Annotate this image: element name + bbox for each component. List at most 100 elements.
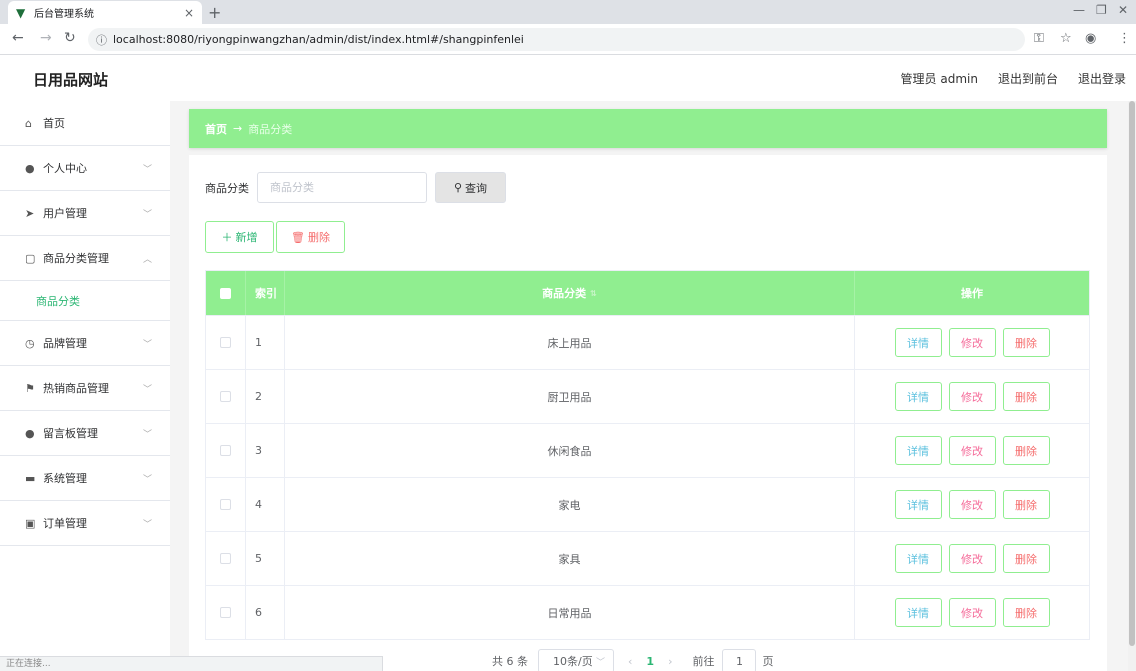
row-category-name: 家电 <box>285 478 855 531</box>
current-page[interactable]: 1 <box>646 655 654 668</box>
add-button[interactable]: ＋ 新增 <box>205 221 274 253</box>
search-icon: ⚲ <box>453 181 463 194</box>
flag-icon: ⚑ <box>25 381 35 395</box>
row-delete-button[interactable]: 删除 <box>1002 544 1050 573</box>
row-checkbox[interactable] <box>220 445 231 456</box>
sort-icon[interactable]: ⇅ <box>590 289 597 298</box>
prev-page-icon[interactable]: ‹ <box>628 655 632 668</box>
row-checkbox[interactable] <box>220 607 231 618</box>
detail-button[interactable]: 详情 <box>894 436 942 465</box>
breadcrumb-separator: → <box>233 122 243 135</box>
chevron-down-icon: ﹀ <box>595 657 605 668</box>
trash-icon: 🗑 <box>291 230 305 244</box>
minimize-icon[interactable]: — <box>1073 3 1085 17</box>
sidebar-item-label: 留言板管理 <box>43 427 98 440</box>
chevron-down-icon: ﹀ <box>142 519 152 530</box>
close-window-icon[interactable]: ✕ <box>1118 3 1128 17</box>
sidebar-item-orders[interactable]: ▣ 订单管理 ﹀ <box>0 501 170 546</box>
exit-to-front-link[interactable]: 退出到前台 <box>998 70 1058 87</box>
briefcase-icon: ▬ <box>25 471 36 485</box>
tab-close-icon[interactable]: × <box>184 6 194 20</box>
goto-page-input[interactable] <box>722 649 757 671</box>
search-button-label: 查询 <box>465 181 488 195</box>
pagination-total: 共 6 条 <box>492 655 528 668</box>
star-icon[interactable]: ☆ <box>1060 31 1072 46</box>
sidebar-item-profile[interactable]: ● 个人中心 ﹀ <box>0 146 170 191</box>
detail-button[interactable]: 详情 <box>894 328 942 357</box>
row-category-name: 床上用品 <box>285 316 855 369</box>
sidebar-item-label: 个人中心 <box>43 162 87 175</box>
reload-icon[interactable]: ↻ <box>64 30 76 46</box>
sidebar-subitem-category[interactable]: 商品分类 <box>0 281 170 321</box>
sidebar-item-system[interactable]: ▬ 系统管理 ﹀ <box>0 456 170 501</box>
row-delete-button[interactable]: 删除 <box>1002 598 1050 627</box>
header-name[interactable]: 商品分类 ⇅ <box>285 271 855 315</box>
select-all-checkbox[interactable] <box>220 287 231 299</box>
row-delete-button[interactable]: 删除 <box>1002 490 1050 519</box>
row-check-cell <box>206 370 246 423</box>
detail-button[interactable]: 详情 <box>894 544 942 573</box>
table-row: 3 休闲食品 详情 修改 删除 <box>206 423 1089 477</box>
row-actions: 详情 修改 删除 <box>855 370 1089 423</box>
row-checkbox[interactable] <box>220 499 231 510</box>
detail-button[interactable]: 详情 <box>894 490 942 519</box>
next-page-icon[interactable]: › <box>668 655 672 668</box>
row-delete-button[interactable]: 删除 <box>1002 328 1050 357</box>
edit-button[interactable]: 修改 <box>948 598 996 627</box>
edit-button[interactable]: 修改 <box>948 382 996 411</box>
edit-button[interactable]: 修改 <box>948 328 996 357</box>
delete-button-label: 删除 <box>307 231 330 244</box>
row-delete-button[interactable]: 删除 <box>1002 436 1050 465</box>
breadcrumb: 首页 → 商品分类 <box>189 109 1107 148</box>
category-search-input[interactable] <box>257 172 427 203</box>
select-all-cell <box>206 271 246 315</box>
sidebar-item-messages[interactable]: ● 留言板管理 ﹀ <box>0 411 170 456</box>
forward-icon[interactable]: → <box>40 30 52 46</box>
url-field[interactable]: ⓘ localhost:8080/riyongpinwangzhan/admin… <box>88 28 1025 51</box>
scrollbar-thumb[interactable] <box>1129 101 1135 646</box>
site-brand: 日用品网站 <box>33 71 109 89</box>
sidebar-item-category-mgmt[interactable]: ▢ 商品分类管理 ︿ <box>0 236 170 281</box>
plus-icon: ＋ <box>221 231 233 244</box>
browser-tab[interactable]: ▼ 后台管理系统 × <box>8 1 202 24</box>
row-actions: 详情 修改 删除 <box>855 586 1089 639</box>
sidebar-item-hot-products[interactable]: ⚑ 热销商品管理 ﹀ <box>0 366 170 411</box>
detail-button[interactable]: 详情 <box>894 598 942 627</box>
address-bar: ← → ↻ ⓘ localhost:8080/riyongpinwangzhan… <box>0 24 1136 55</box>
page-scrollbar[interactable] <box>1128 101 1136 671</box>
row-category-name: 休闲食品 <box>285 424 855 477</box>
batch-delete-button[interactable]: 🗑 删除 <box>276 221 345 253</box>
edit-button[interactable]: 修改 <box>948 544 996 573</box>
page-size-select[interactable]: 10条/页 ﹀ <box>538 649 614 671</box>
row-checkbox[interactable] <box>220 337 231 348</box>
sidebar-item-home[interactable]: ⌂ 首页 <box>0 101 170 146</box>
add-button-label: 新增 <box>235 231 258 244</box>
sidebar-item-brand[interactable]: ◷ 品牌管理 ﹀ <box>0 321 170 366</box>
detail-button[interactable]: 详情 <box>894 382 942 411</box>
row-delete-button[interactable]: 删除 <box>1002 382 1050 411</box>
logout-link[interactable]: 退出登录 <box>1078 70 1126 87</box>
chevron-down-icon: ﹀ <box>142 339 152 350</box>
chevron-down-icon: ﹀ <box>142 164 152 175</box>
row-actions: 详情 修改 删除 <box>855 424 1089 477</box>
restore-icon[interactable]: ❐ <box>1096 3 1107 17</box>
table-row: 4 家电 详情 修改 删除 <box>206 477 1089 531</box>
search-button[interactable]: ⚲ 查询 <box>435 172 506 203</box>
new-tab-icon[interactable]: + <box>208 3 221 22</box>
info-icon[interactable]: ⓘ <box>96 32 107 48</box>
key-icon[interactable]: ⚿ <box>1034 31 1044 46</box>
edit-button[interactable]: 修改 <box>948 490 996 519</box>
account-icon[interactable]: ◉ <box>1085 31 1096 46</box>
menu-dots-icon[interactable]: ⋮ <box>1118 31 1131 46</box>
sidebar-item-users[interactable]: ➤ 用户管理 ﹀ <box>0 191 170 236</box>
back-icon[interactable]: ← <box>12 30 24 46</box>
send-icon: ➤ <box>25 206 35 220</box>
row-checkbox[interactable] <box>220 391 231 402</box>
category-table: 索引 商品分类 ⇅ 操作 1 床上用品 详情 修改 删除 2 厨卫用品 详情 修改 删除 3 休闲食品详… <box>205 270 1090 640</box>
edit-button[interactable]: 修改 <box>948 436 996 465</box>
row-checkbox[interactable] <box>220 553 231 564</box>
row-index: 1 <box>246 316 285 369</box>
breadcrumb-home[interactable]: 首页 <box>205 121 227 137</box>
location-icon: ● <box>25 426 35 440</box>
pagination: 共 6 条 10条/页 ﹀ ‹ 1 › 前往 页 <box>492 649 773 671</box>
